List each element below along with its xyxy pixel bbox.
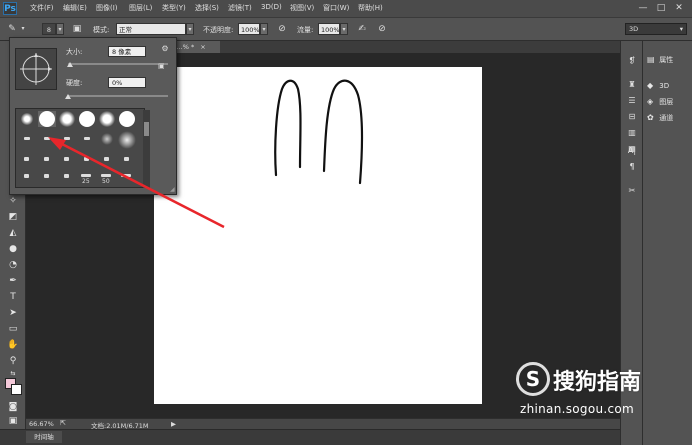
status-bar: 66.67% ⇱ 文档:2.01M/6.71M ▶ <box>26 418 620 430</box>
sogou-logo-letter: S <box>525 367 541 391</box>
character-icon[interactable]: A| <box>625 145 639 157</box>
timeline-panel <box>0 429 620 445</box>
panel-channels-label: 通道 <box>659 114 674 122</box>
paragraph-icon[interactable]: ¶ <box>625 161 639 173</box>
collapsed-panels: ▤ 属性 ◆ 3D ◈ 图层 ✿ 通道 <box>642 41 692 445</box>
panel-layers-label: 图层 <box>659 98 674 106</box>
panel-layers[interactable]: ◈ 图层 <box>647 95 673 109</box>
tool-presets-icon[interactable]: ⊟ <box>625 111 639 123</box>
panel-3d[interactable]: ◆ 3D <box>647 79 669 93</box>
sogou-logo: S <box>516 362 550 396</box>
brush-settings-icon[interactable]: ❡ <box>625 55 639 67</box>
layers-icon: ◈ <box>647 97 654 106</box>
timeline-tab[interactable]: 时间轴 <box>26 431 62 443</box>
watermark-url: zhinan.sogou.com <box>520 402 635 416</box>
status-menu-arrow-icon[interactable]: ▶ <box>171 420 176 428</box>
character-styles-icon[interactable]: ✂ <box>625 185 639 197</box>
properties-icon: ▤ <box>647 55 655 64</box>
cube-icon: ◆ <box>647 81 654 90</box>
watermark-brand: 搜狗指南 <box>553 370 642 395</box>
panel-properties-label: 属性 <box>659 56 674 64</box>
adjustments-icon[interactable]: ☰ <box>625 95 639 107</box>
panel-channels[interactable]: ✿ 通道 <box>647 111 673 125</box>
share-icon[interactable]: ⇱ <box>60 419 66 427</box>
clone-source-icon[interactable]: ♜ <box>625 79 639 91</box>
panel-3d-label: 3D <box>659 82 670 90</box>
history-icon[interactable]: ▥ <box>625 127 639 139</box>
channels-icon: ✿ <box>647 113 654 122</box>
zoom-level[interactable]: 66.67% <box>29 420 54 428</box>
timeline-tab-label: 时间轴 <box>34 433 54 441</box>
panel-properties[interactable]: ▤ 属性 <box>647 53 673 67</box>
